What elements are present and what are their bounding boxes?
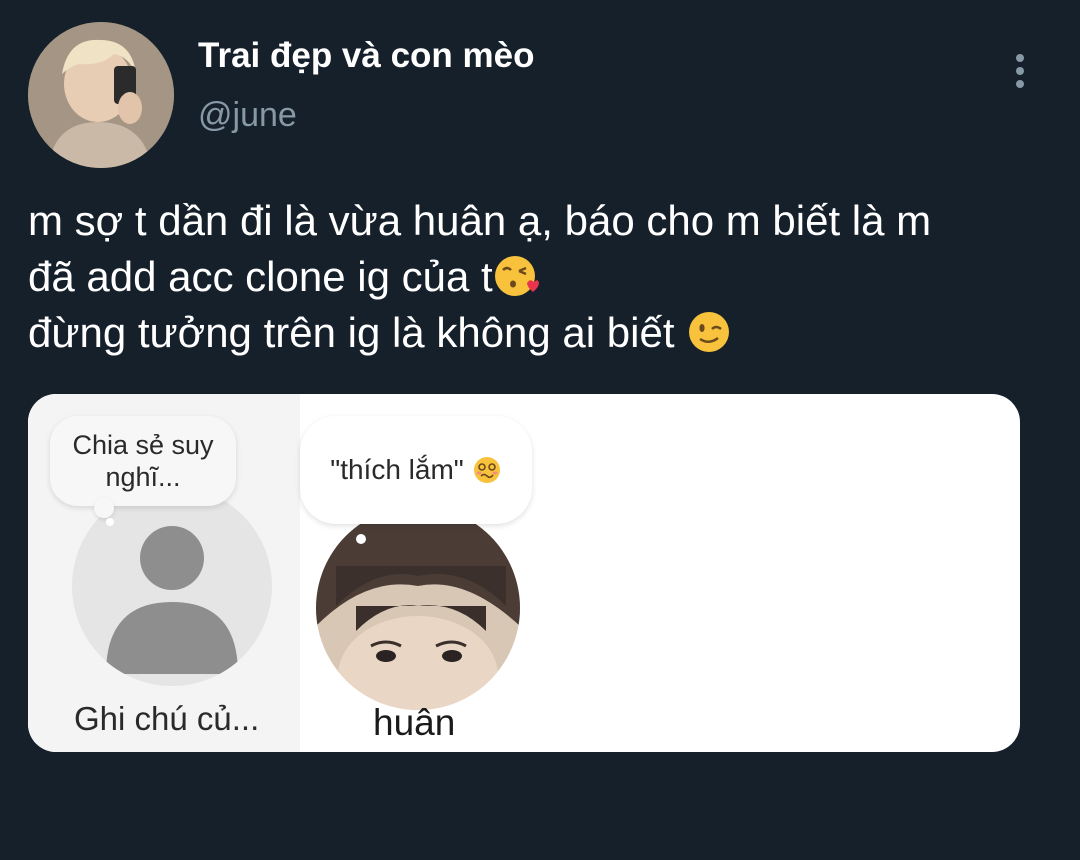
profile-photo-avatar-icon	[28, 22, 174, 168]
bubble-tail-dot-small	[106, 518, 114, 526]
kissing-heart-emoji-icon	[494, 256, 539, 296]
winking-face-emoji-icon	[689, 312, 730, 352]
note-bubble-huan[interactable]: "thích lắm"	[300, 416, 532, 524]
bubble-tail-dot-huan	[356, 534, 366, 544]
tweet-text-line-2-wrap: đã add acc clone ig của t	[28, 249, 1063, 305]
note-bubble-huan-text: "thích lắm"	[330, 454, 464, 485]
author-handle[interactable]: @june	[198, 96, 297, 135]
more-options-vertical-icon[interactable]	[1000, 48, 1040, 94]
tweet-text-line-1: m sợ t dần đi là vừa huân ạ, báo cho m b…	[28, 197, 932, 244]
tweet-text-line-3: đừng tưởng trên ig là không ai biết	[28, 309, 687, 356]
note-label-own: Ghi chú củ...	[74, 700, 260, 737]
note-bubble-own[interactable]: Chia sẻ suy nghĩ...	[50, 416, 236, 506]
user-photo-avatar-icon[interactable]	[316, 506, 520, 710]
more-dot	[1016, 54, 1024, 62]
woozy-face-emoji-icon	[473, 457, 500, 483]
tweet-text-line-3-wrap: đừng tưởng trên ig là không ai biết	[28, 305, 1063, 361]
tweet-text: m sợ t dần đi là vừa huân ạ, báo cho m b…	[28, 193, 1063, 361]
bubble-tail-dot	[94, 498, 114, 518]
tweet-text-line-2: đã add acc clone ig của t	[28, 253, 493, 300]
tweet-media-image[interactable]: Chia sẻ suy nghĩ... Ghi chú củ... "thích…	[28, 394, 1020, 752]
author-avatar[interactable]	[28, 22, 174, 168]
author-display-name[interactable]: Trai đẹp và con mèo	[198, 36, 535, 76]
note-label-huan: huân	[373, 702, 456, 743]
note-column-own: Chia sẻ suy nghĩ... Ghi chú củ...	[28, 394, 300, 752]
note-bubble-own-text: Chia sẻ suy nghĩ...	[72, 430, 214, 492]
more-dot	[1016, 80, 1024, 88]
more-dot	[1016, 67, 1024, 75]
huan-photo-svg	[316, 506, 520, 710]
